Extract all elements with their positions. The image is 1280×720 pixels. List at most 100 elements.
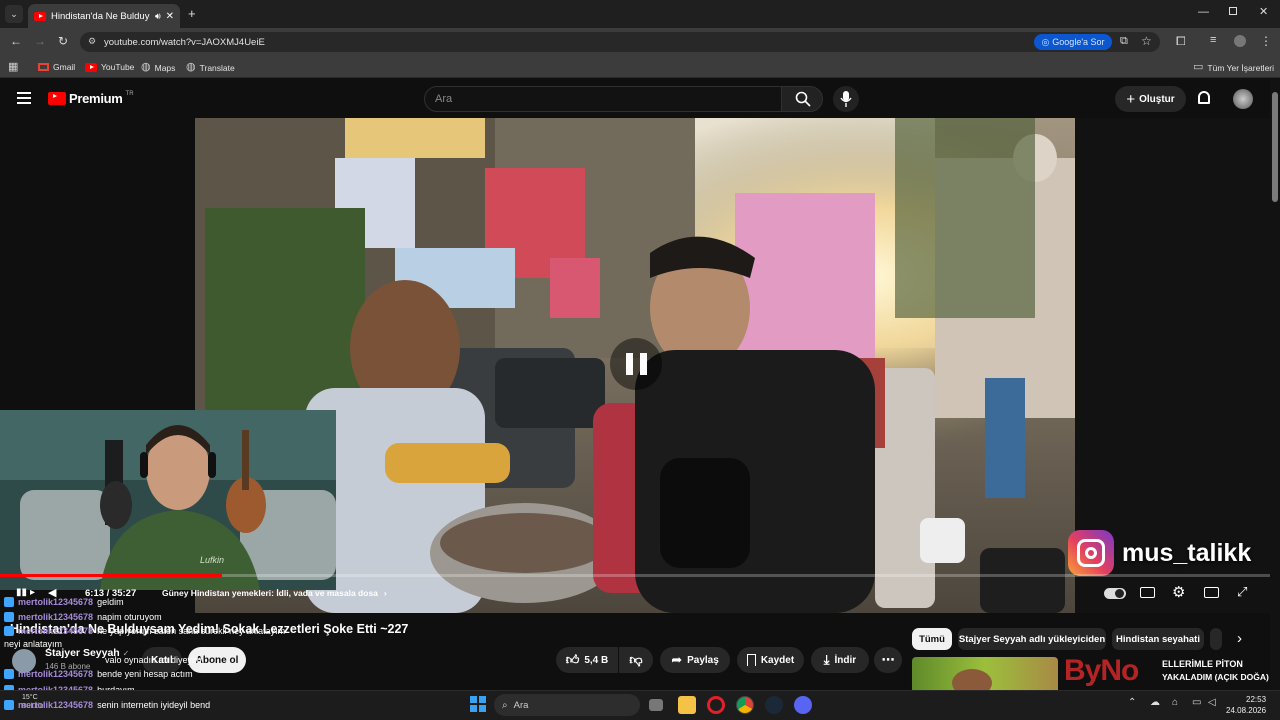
browser-menu-icon[interactable]: ⋮ [1260, 34, 1272, 48]
chat-username: mertolik12345678 [18, 612, 94, 622]
chip-label: Hindistan seyahati [1116, 633, 1200, 645]
create-button[interactable]: + Oluştur [1115, 86, 1186, 112]
all-bookmarks-label: Tüm Yer İşaretleri [1207, 62, 1275, 73]
browser-tab[interactable]: Hindistan'da Ne Bulduysam 🔊︎ ✕ [28, 4, 180, 28]
profile-icon[interactable] [1234, 35, 1246, 47]
window-close-button[interactable]: ✕ [1259, 5, 1268, 18]
tray-chevron-icon[interactable]: ⌃ [1128, 697, 1136, 708]
discord-icon[interactable] [794, 696, 812, 714]
youtube-premium-logo[interactable]: Premium TR [48, 91, 134, 106]
taskbar-clock[interactable]: 22:53 24.08.2026 [1226, 694, 1266, 716]
webcam-feed [0, 410, 336, 590]
thumbs-down-icon: 👎︎ [629, 652, 643, 667]
youtube-favicon-icon [34, 11, 46, 21]
autoplay-toggle[interactable] [1104, 588, 1126, 599]
chat-text: senin internetin iyideyil bend [97, 700, 211, 710]
chat-message: valo oynadın mı diyeyim [105, 653, 202, 667]
bookmark-maps[interactable]: ◍ Maps [141, 62, 175, 73]
progress-bar[interactable] [0, 574, 1270, 577]
instagram-handle: mus_talikk [1122, 538, 1252, 567]
tab-close-icon[interactable]: ✕ [166, 11, 174, 22]
bookmark-gmail[interactable]: Gmail [38, 62, 75, 72]
pause-indicator[interactable] [610, 338, 662, 390]
reload-icon[interactable]: ↻ [58, 34, 68, 48]
forward-icon[interactable]: → [34, 34, 46, 48]
voice-search-button[interactable] [833, 86, 859, 112]
google-lens-icon: ◎ [1041, 36, 1050, 47]
window-minimize-button[interactable]: — [1198, 6, 1209, 18]
globe-icon: ◍ [186, 61, 196, 73]
file-explorer-icon[interactable] [678, 696, 696, 714]
fullscreen-icon[interactable]: ⤢ [1237, 584, 1247, 600]
tray-network-icon[interactable]: ▭ [1192, 697, 1201, 708]
clock-time: 22:53 [1246, 695, 1267, 704]
chapter-title[interactable]: Güney Hindistan yemekleri: İdli, vada ve… [162, 588, 387, 598]
cast-icon[interactable]: ⧉ [1120, 35, 1128, 48]
bookmark-youtube[interactable]: YouTube [85, 62, 134, 72]
apps-grid-icon[interactable]: ▦ [8, 62, 18, 73]
account-avatar[interactable] [1233, 89, 1253, 109]
globe-icon: ◍ [141, 61, 151, 73]
tray-volume-icon[interactable]: ◁ [1208, 697, 1216, 708]
settings-gear-icon[interactable]: ⚙ [1172, 583, 1185, 601]
tray-app-icon[interactable]: ⌂ [1172, 697, 1178, 708]
google-ask-button[interactable]: ◎ Google'a Sor [1034, 34, 1112, 50]
all-bookmarks-folder[interactable]: ▭ Tüm Yer İşaretleri [1193, 62, 1274, 73]
windows-start-icon[interactable] [470, 696, 486, 712]
chips-next-chevron-icon[interactable]: › [1237, 630, 1242, 647]
media-controls-icon[interactable]: ≡ [1210, 34, 1216, 46]
search-button[interactable] [781, 86, 823, 112]
more-actions-button[interactable]: ⋯ [874, 647, 902, 673]
recommended-video-title[interactable]: ELLERİMLE PİTON YAKALADIM (AÇIK DOĞA) By… [1062, 654, 1269, 690]
address-bar[interactable]: ⚙ youtube.com/watch?v=JAOXMJ4UeiE [80, 32, 1160, 52]
chrome-icon[interactable] [736, 696, 754, 714]
extensions-icon[interactable]: ⧠ [1176, 34, 1186, 49]
share-label: Paylaş [687, 654, 719, 666]
thumbnail-subject [952, 669, 992, 690]
download-label: İndir [834, 654, 857, 666]
instagram-watermark: mus_talikk [1068, 530, 1251, 576]
taskbar-search[interactable]: ⌕ Ara [494, 694, 640, 716]
steam-icon[interactable] [765, 696, 783, 714]
tab-title: Hindistan'da Ne Bulduysam [51, 10, 150, 22]
bookmarks-bar: ▦ Gmail YouTube ◍ Maps ◍ Translate ▭ Tüm… [0, 56, 1280, 78]
task-view-icon[interactable] [649, 699, 663, 711]
opera-icon[interactable] [707, 696, 725, 714]
new-tab-button[interactable]: + [188, 6, 196, 21]
theater-mode-icon[interactable] [1204, 587, 1219, 598]
chip-label: Stajyer Seyyah adlı yükleyiciden [958, 633, 1106, 645]
recommended-video-thumbnail[interactable] [912, 657, 1058, 690]
window-restore-button[interactable] [1229, 7, 1237, 15]
more-dots-icon: ⋯ [881, 652, 895, 667]
chat-text: geldim [97, 597, 124, 607]
google-ask-label: Google'a Sor [1052, 37, 1105, 47]
chat-text: bende yeni hesap actım [97, 669, 193, 679]
chip-overflow[interactable] [1210, 628, 1222, 650]
bookmark-translate[interactable]: ◍ Translate [186, 62, 235, 73]
subtitles-icon[interactable] [1140, 587, 1155, 598]
tab-search-button[interactable]: ⌄ [5, 5, 23, 23]
clock-date: 24.08.2026 [1226, 706, 1267, 715]
tray-cloud-icon[interactable]: ☁ [1150, 697, 1160, 708]
notifications-bell-icon[interactable] [1198, 91, 1210, 104]
bookmark-icon [746, 654, 756, 666]
bookmark-star-icon[interactable]: ☆ [1141, 34, 1152, 48]
share-button[interactable]: ➦ Paylaş [660, 647, 730, 673]
hamburger-menu-icon[interactable] [17, 92, 31, 104]
back-icon[interactable]: ← [10, 34, 22, 48]
dislike-button[interactable]: 👎︎ [619, 647, 653, 673]
save-button[interactable]: Kaydet [737, 647, 804, 673]
folder-icon: ▭ [1193, 61, 1204, 73]
search-input[interactable]: Ara [424, 86, 782, 112]
webcam-overlay: Lufkin [0, 410, 336, 590]
like-button[interactable]: 👍︎ 5,4 B [556, 647, 618, 673]
chat-username: mertolik12345678 [18, 626, 94, 636]
scrollbar-thumb[interactable] [1272, 92, 1278, 202]
progress-bar-played [0, 574, 223, 577]
speaker-icon[interactable]: 🔊︎ [155, 11, 161, 22]
chip-uploader[interactable]: Stajyer Seyyah adlı yükleyiciden [958, 628, 1106, 650]
download-button[interactable]: ⤓ İndir [811, 647, 869, 673]
chip-all[interactable]: Tümü [912, 628, 952, 650]
chip-india-travel[interactable]: Hindistan seyahati [1112, 628, 1204, 650]
site-info-icon[interactable]: ⚙ [88, 36, 96, 47]
